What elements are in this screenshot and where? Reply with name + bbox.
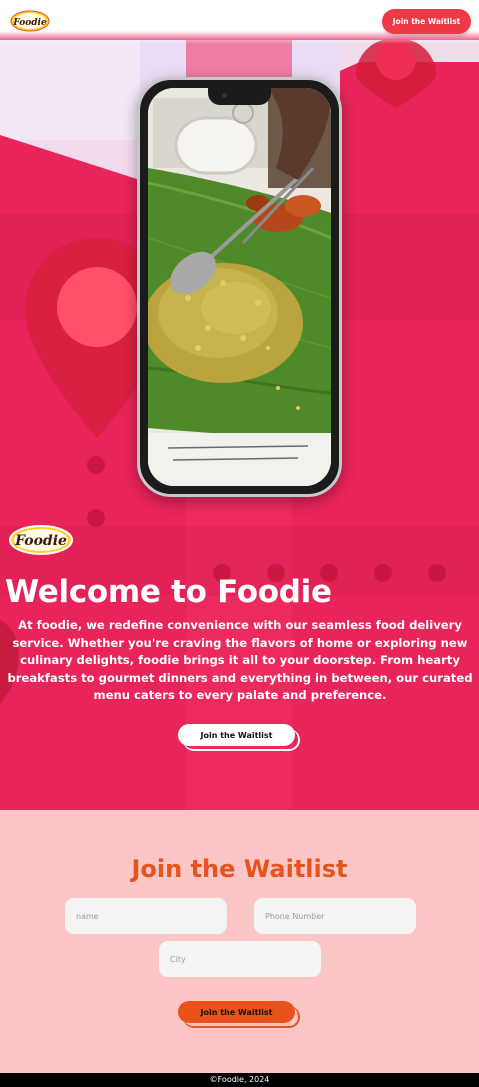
phone-notch (208, 88, 271, 105)
city-input[interactable] (159, 941, 321, 977)
phone-mockup (137, 77, 342, 497)
hero-section: Foodie Welcome to Foodie At foodie, we r… (0, 0, 479, 810)
footer-copyright: ©Foodie, 2024 (209, 1075, 270, 1084)
hero-join-waitlist-button[interactable]: Join the Waitlist (178, 724, 295, 746)
food-photo (148, 88, 331, 486)
hero-cta-wrapper: Join the Waitlist (178, 724, 300, 751)
waitlist-section: Join the Waitlist Join the Waitlist (0, 810, 479, 1073)
waitlist-title: Join the Waitlist (131, 855, 348, 883)
waitlist-submit-wrapper: Join the Waitlist (178, 1001, 300, 1028)
phone-number-input[interactable] (254, 898, 416, 934)
waitlist-submit-button[interactable]: Join the Waitlist (178, 1001, 295, 1023)
top-header: Foodie Join the Waitlist (0, 0, 479, 44)
foodie-logo: Foodie (9, 525, 73, 555)
header-join-waitlist-button[interactable]: Join the Waitlist (382, 9, 471, 34)
footer: ©Foodie, 2024 (0, 1073, 479, 1087)
name-input[interactable] (65, 898, 227, 934)
svg-text:Foodie: Foodie (12, 18, 47, 28)
phone-screen-food-image (148, 88, 331, 486)
camera-icon (222, 93, 227, 98)
svg-text:Foodie: Foodie (14, 533, 67, 549)
hero-description: At foodie, we redefine convenience with … (7, 618, 473, 702)
location-pin-icon (356, 38, 436, 108)
foodie-logo[interactable]: Foodie (10, 10, 50, 32)
hero-title: Welcome to Foodie (5, 574, 332, 610)
